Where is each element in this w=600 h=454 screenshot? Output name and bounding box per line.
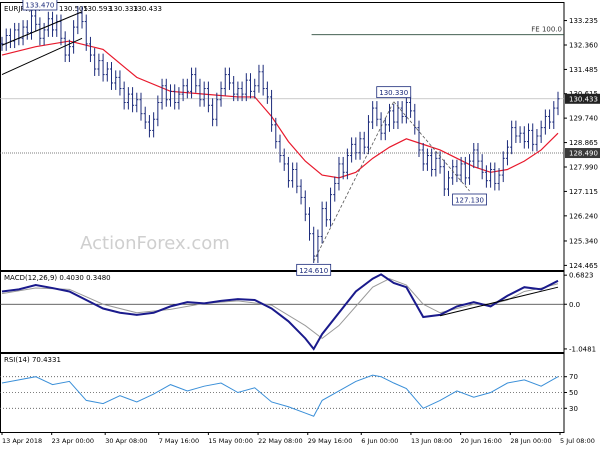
fib-projection-line xyxy=(393,101,470,192)
rsi-title: RSI(14) 70.4331 xyxy=(4,356,61,364)
macd-tick-label: 0.6823 xyxy=(569,272,594,280)
x-tick-label: 30 Apr 08:00 xyxy=(105,437,147,445)
price-tick-label: 127.990 xyxy=(569,163,598,171)
macd-line xyxy=(1,273,559,351)
channel-trendline xyxy=(1,37,83,76)
macd-tick-label: -1.0481 xyxy=(569,345,596,353)
rsi-tick-label: 50 xyxy=(569,389,578,397)
ohlc-value: 130.593 xyxy=(83,5,112,13)
fe-level-label: FE 100.0 xyxy=(531,26,562,34)
rsi-tick-label: 70 xyxy=(569,373,578,381)
swing-label: 124.610 xyxy=(299,267,328,275)
support-level-label: 128.490 xyxy=(569,150,598,158)
x-tick-label: 22 May 08:00 xyxy=(258,437,303,445)
current-price-label: 130.433 xyxy=(569,95,598,103)
panel-frames xyxy=(0,2,565,433)
rsi-line xyxy=(1,374,559,417)
x-tick-label: 13 Apr 2018 xyxy=(2,437,42,445)
macd-panel: MACD(12,26,9) 0.4030 0.3480 0.6823 0.0 -1.0… xyxy=(0,272,596,353)
x-tick-label: 13 Jun 08:00 xyxy=(411,437,452,445)
rsi-panel: RSI(14) 70.4331 70 50 30 xyxy=(0,356,578,417)
macd-title: MACD(12,26,9) 0.4030 0.3480 xyxy=(4,274,111,282)
macd-trendline xyxy=(439,286,559,317)
rsi-panel-frame xyxy=(0,353,565,433)
watermark: ActionForex.com xyxy=(80,233,230,254)
price-tick-label: 133.235 xyxy=(569,17,598,25)
price-tick-label: 124.465 xyxy=(569,262,598,270)
fib-projection-line xyxy=(313,101,395,262)
x-tick-label: 6 Jun 00:00 xyxy=(361,437,398,445)
macd-tick-label: 0.0 xyxy=(569,301,580,309)
price-tick-label: 131.485 xyxy=(569,66,598,74)
price-tick-label: 127.115 xyxy=(569,188,598,196)
x-tick-label: 5 Jul 08:00 xyxy=(560,437,595,445)
price-panel: ActionForex.comEURJPY,H4 130.505130.59313… xyxy=(0,0,600,276)
x-tick-label: 29 May 16:00 xyxy=(308,437,353,445)
price-tick-label: 132.360 xyxy=(569,41,598,49)
swing-label: 130.330 xyxy=(379,89,408,97)
price-tick-label: 128.865 xyxy=(569,139,598,147)
eurjpy-h4-chart: ActionForex.com EURJPY,H4 130.505 130.593 13… xyxy=(0,0,600,450)
x-tick-label: 20 Jun 16:00 xyxy=(461,437,502,445)
x-tick-label: 28 Jun 00:00 xyxy=(510,437,551,445)
price-panel-frame xyxy=(0,2,565,271)
x-tick-label: 7 May 16:00 xyxy=(159,437,199,445)
price-tick-label: 125.340 xyxy=(569,237,598,245)
channel-trendline xyxy=(1,11,83,46)
swing-label: 133.470 xyxy=(25,2,54,10)
rsi-tick-label: 30 xyxy=(569,405,578,413)
x-tick-label: 15 May 00:00 xyxy=(208,437,253,445)
price-tick-label: 129.740 xyxy=(569,115,598,123)
chart-svg: ActionForex.comEURJPY,H4 130.505130.59313… xyxy=(0,0,600,445)
x-tick-label: 23 Apr 00:00 xyxy=(52,437,94,445)
ohlc-value: 130.433 xyxy=(133,5,162,13)
macd-signal-line xyxy=(1,278,559,339)
x-axis: 13 Apr 2018 23 Apr 00:00 30 Apr 08:00 7 May… xyxy=(1,432,595,445)
price-tick-label: 126.240 xyxy=(569,212,598,220)
swing-label: 127.130 xyxy=(455,196,484,204)
